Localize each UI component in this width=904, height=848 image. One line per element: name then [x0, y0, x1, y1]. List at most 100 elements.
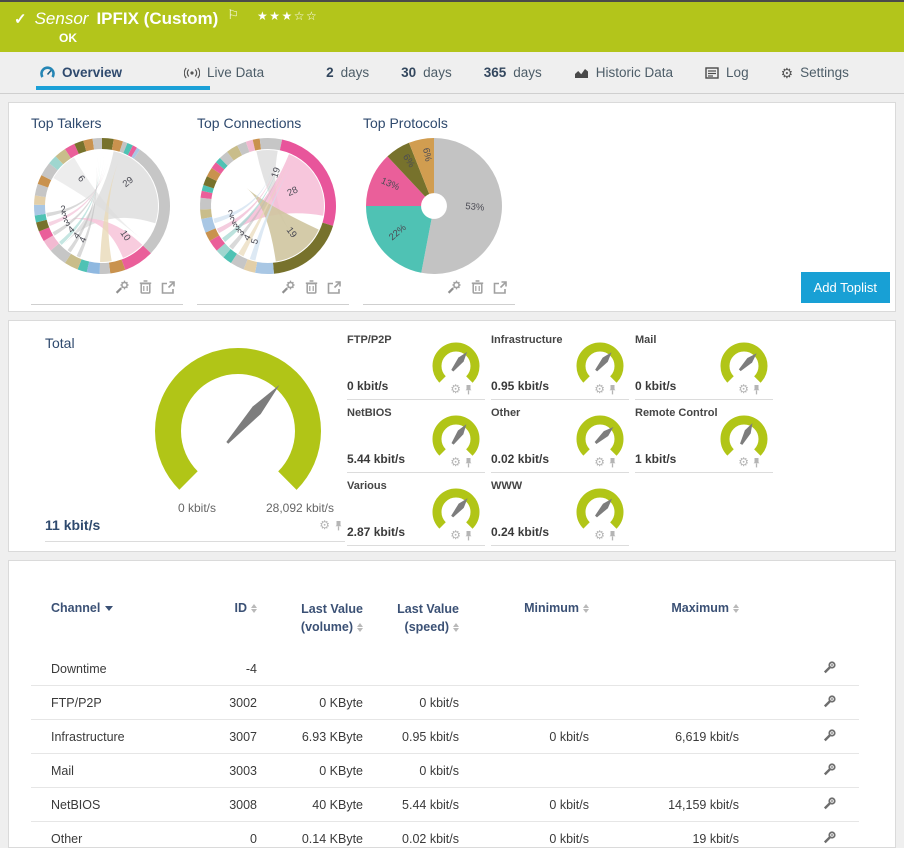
gear-icon[interactable]: ⚙ [450, 456, 461, 468]
total-gauge-icons: ⚙ [319, 519, 343, 531]
column-header-last-value-speed[interactable]: Last Value (speed) [369, 597, 465, 652]
toplist-top-talkers: Top Talkers 29 10 4 4 4 3 3 2 6 [31, 115, 183, 305]
sort-icon[interactable] [357, 622, 363, 632]
toplist-top-protocols: Top Protocols 53% 22% 13% 6% 6% [363, 115, 515, 305]
gear-icon[interactable]: ⚙ [594, 456, 605, 468]
gear-icon[interactable]: ⚙ [738, 456, 749, 468]
wrench-icon[interactable] [823, 695, 837, 711]
value-cell: 0.02 kbit/s [369, 821, 465, 848]
delete-icon[interactable] [305, 280, 318, 299]
column-header-minimum[interactable]: Minimum [465, 597, 595, 652]
toplist-title: Top Connections [197, 115, 302, 131]
open-icon[interactable] [493, 280, 507, 299]
channel-gauge-value: 1 kbit/s [635, 452, 677, 466]
stars-filled: ★★★ [256, 9, 294, 23]
delete-icon[interactable] [139, 280, 152, 299]
pin-icon[interactable] [752, 384, 761, 395]
tab-30-days[interactable]: 30 days [385, 52, 468, 93]
column-header-channel[interactable]: Channel [31, 597, 201, 652]
sort-icon[interactable] [583, 604, 589, 614]
tab-live-data[interactable]: Live Data [168, 52, 280, 93]
gear-icon[interactable]: ⚙ [594, 383, 605, 395]
gear-icon[interactable]: ⚙ [319, 519, 330, 531]
options-icon[interactable] [115, 280, 130, 299]
pin-icon[interactable] [464, 457, 473, 468]
tab-log[interactable]: Log [689, 52, 765, 93]
channel-gauge-value: 0 kbit/s [347, 379, 389, 393]
column-header-id[interactable]: ID [201, 597, 263, 652]
delete-icon[interactable] [471, 280, 484, 299]
wrench-icon[interactable] [823, 763, 837, 779]
sort-icon[interactable] [453, 622, 459, 632]
prtg-sensor-page: ✓ Sensor IPFIX (Custom) ⚐ ★★★☆☆ OK Overv… [0, 0, 904, 848]
open-icon[interactable] [327, 280, 341, 299]
channel-settings-cell [745, 719, 859, 754]
toplist-actions [197, 277, 349, 305]
gauge-needle [738, 353, 757, 372]
channel-gauge-icons: ⚙ [738, 383, 761, 395]
column-header-last-value-volume[interactable]: Last Value (volume) [263, 597, 369, 652]
value-cell [465, 652, 595, 686]
value-cell [369, 652, 465, 686]
wrench-icon[interactable] [823, 661, 837, 677]
pin-icon[interactable] [608, 384, 617, 395]
tab-365-days[interactable]: 365 days [468, 52, 558, 93]
flag-icon[interactable]: ⚐ [227, 7, 239, 23]
pin-icon[interactable] [334, 520, 343, 531]
tab-overview[interactable]: Overview [24, 52, 211, 93]
gear-icon[interactable]: ⚙ [450, 529, 461, 541]
value-cell: 0 kbit/s [369, 685, 465, 720]
tab-label: Historic Data [595, 65, 674, 80]
tab-2-days[interactable]: 2 days [310, 52, 385, 93]
toplist-top-connections: Top Connections 19 28 19 5 4 3 3 2 2 [197, 115, 349, 305]
tab-number: 365 [483, 65, 507, 80]
tab-label: Live Data [207, 65, 265, 80]
value-cell: 0.14 KByte [263, 821, 369, 848]
gear-icon[interactable]: ⚙ [450, 383, 461, 395]
wrench-icon[interactable] [823, 797, 837, 813]
value-cell [263, 652, 369, 686]
value-cell: 0 kbit/s [465, 787, 595, 822]
top-talkers-chart: 29104443326 [33, 138, 171, 275]
sort-icon[interactable] [251, 604, 257, 614]
channel-name-cell: Infrastructure [31, 719, 201, 754]
table-row: NetBIOS 3008 40 KByte 5.44 kbit/s 0 kbit/s 14… [31, 787, 859, 822]
channel-gauges-grid: FTP/P2P 0 kbit/s ⚙ Infrastructure 0.95 kbit/… [347, 331, 773, 546]
tab-settings[interactable]: ⚙ Settings [765, 52, 865, 93]
value-cell: 0 [201, 821, 263, 848]
star-rating[interactable]: ★★★☆☆ [257, 9, 318, 23]
column-header-actions [745, 597, 859, 652]
wrench-icon[interactable] [823, 729, 837, 745]
options-icon[interactable] [281, 280, 296, 299]
gear-icon[interactable]: ⚙ [738, 383, 749, 395]
gear-icon[interactable]: ⚙ [594, 529, 605, 541]
pin-icon[interactable] [464, 530, 473, 541]
value-cell: 3008 [201, 787, 263, 822]
options-icon[interactable] [447, 280, 462, 299]
gauge-needle [226, 384, 280, 444]
gauge-needle [595, 498, 613, 518]
channel-gauge-ftp-p2p: FTP/P2P 0 kbit/s ⚙ [347, 331, 485, 400]
gear-icon: ⚙ [780, 64, 794, 81]
tab-label: days [340, 65, 370, 80]
value-cell: 3002 [201, 685, 263, 720]
pin-icon[interactable] [752, 457, 761, 468]
pin-icon[interactable] [608, 457, 617, 468]
channel-name-cell: NetBIOS [31, 787, 201, 822]
pin-icon[interactable] [608, 530, 617, 541]
tab-historic-data[interactable]: Historic Data [558, 52, 689, 93]
channel-name-cell: Downtime [31, 652, 201, 686]
live-data-icon [184, 67, 201, 79]
tab-label: Settings [800, 65, 849, 80]
wrench-icon[interactable] [823, 831, 837, 847]
historic-icon [574, 67, 589, 79]
value-cell [595, 753, 745, 788]
open-icon[interactable] [161, 280, 175, 299]
sensor-title-row: ✓ Sensor IPFIX (Custom) ⚐ ★★★☆☆ [14, 7, 904, 29]
pin-icon[interactable] [464, 384, 473, 395]
column-header-maximum[interactable]: Maximum [595, 597, 745, 652]
add-toplist-button[interactable]: Add Toplist [800, 272, 890, 303]
channel-gauge-infrastructure: Infrastructure 0.95 kbit/s ⚙ [491, 331, 629, 400]
channel-gauge-icons: ⚙ [594, 529, 617, 541]
sort-icon[interactable] [733, 604, 739, 614]
